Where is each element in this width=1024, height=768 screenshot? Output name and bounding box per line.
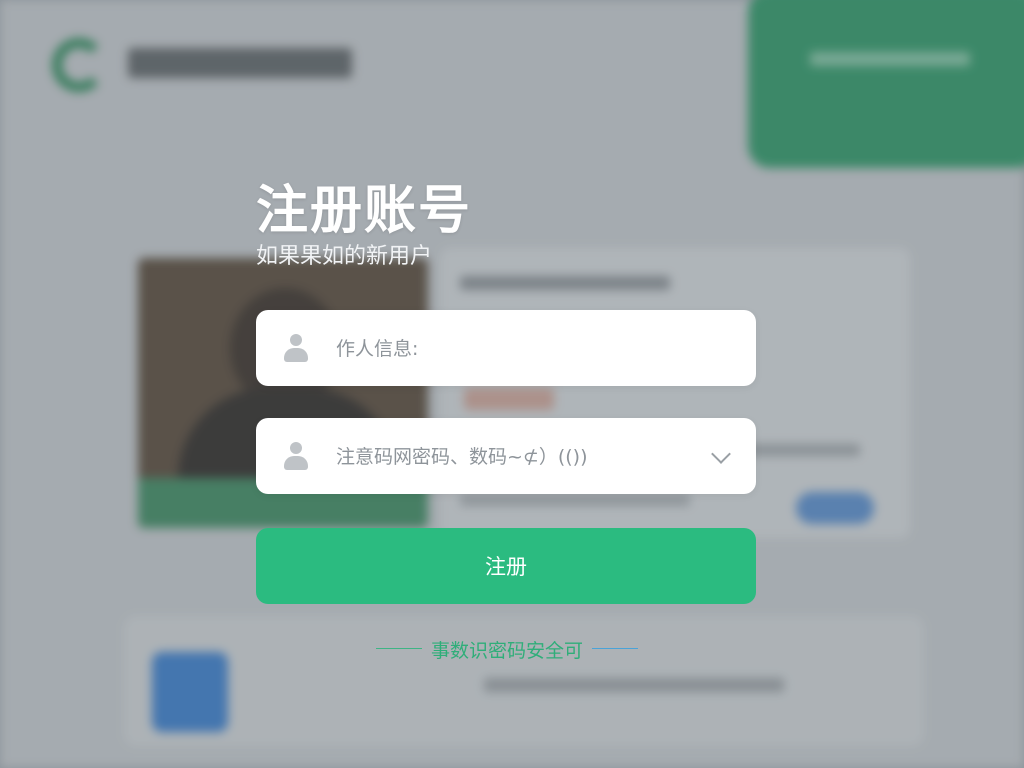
page-subtitle: 如果果如的新用户 (256, 244, 433, 269)
security-note: 事数识密码安全可 (376, 634, 638, 664)
user-icon (284, 334, 308, 362)
page-title: 注册账号 (256, 181, 473, 241)
divider-left (376, 648, 422, 649)
chevron-down-icon[interactable] (711, 444, 731, 464)
divider-right (592, 648, 638, 649)
name-field[interactable] (256, 310, 756, 386)
password-input[interactable] (334, 436, 708, 478)
screen: 注册账号 如果果如的新用户 注册 事数识密码安全可 (0, 0, 1024, 768)
password-field[interactable] (256, 418, 756, 494)
user-icon (284, 442, 308, 470)
register-button[interactable]: 注册 (256, 528, 756, 604)
name-input[interactable] (334, 328, 708, 370)
security-note-text: 事数识密码安全可 (430, 640, 583, 662)
